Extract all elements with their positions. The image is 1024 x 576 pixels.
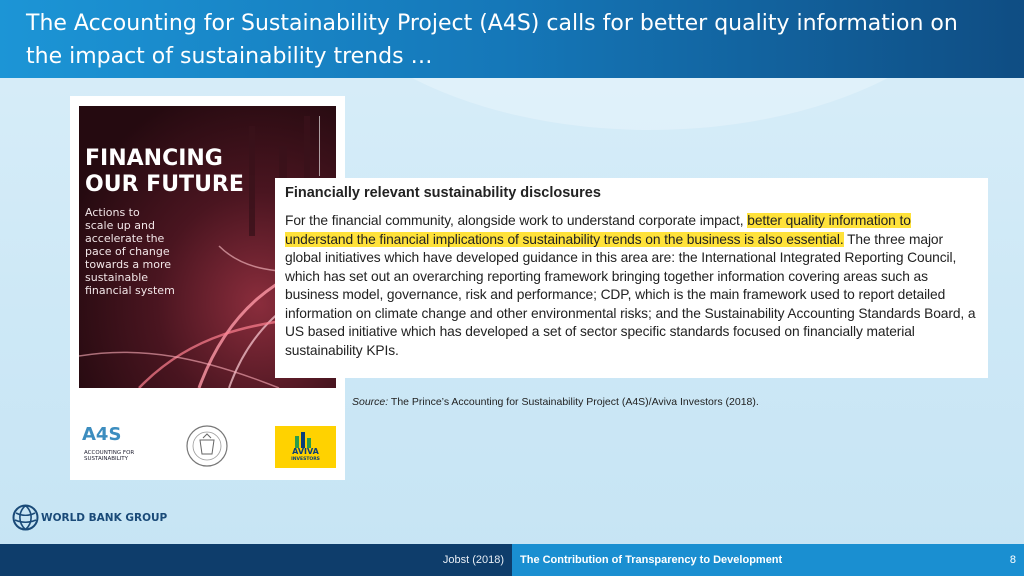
source-text: The Prince’s Accounting for Sustainabili…: [388, 396, 759, 408]
excerpt-text-after: The three major global initiatives which…: [285, 231, 976, 358]
a4s-logo-mark: A4S: [82, 424, 122, 445]
aviva-investors-logo: AVIVA INVESTORS: [275, 426, 336, 468]
slide-title: The Accounting for Sustainability Projec…: [26, 11, 958, 69]
cover-spine-line: [319, 116, 331, 176]
footer-deck-title: The Contribution of Transparency to Deve…: [512, 544, 1024, 576]
a4s-logo-subtitle: ACCOUNTING FOR SUSTAINABILITY: [84, 450, 135, 462]
excerpt-body: For the financial community, alongside w…: [285, 212, 978, 360]
source-note: Source: The Prince’s Accounting for Sust…: [352, 396, 759, 408]
report-excerpt: Financially relevant sustainability disc…: [275, 178, 988, 378]
footer-author: Jobst (2018): [442, 554, 504, 566]
source-label: Source:: [352, 396, 389, 408]
aviva-bars-icon: [295, 432, 311, 448]
page-number: 8: [1009, 554, 1016, 566]
partner-logos: A4S ACCOUNTING FOR SUSTAINABILITY AVIVA …: [70, 396, 345, 480]
globe-icon: [12, 504, 39, 531]
title-bar: The Accounting for Sustainability Projec…: [0, 0, 1024, 78]
cover-subtitle: Actions to scale up and accelerate the p…: [85, 206, 175, 297]
aviva-name: AVIVA: [292, 447, 319, 456]
excerpt-heading: Financially relevant sustainability disc…: [285, 185, 601, 201]
excerpt-text-before: For the financial community, alongside w…: [285, 213, 748, 228]
footer-bar: Jobst (2018) The Contribution of Transpa…: [0, 544, 1024, 576]
brand-name: WORLD BANK GROUP: [41, 512, 168, 524]
cover-title: FINANCING OUR FUTURE: [85, 146, 244, 197]
princes-seal-icon: [186, 425, 228, 467]
a4s-logo: A4S ACCOUNTING FOR SUSTAINABILITY: [80, 424, 150, 468]
aviva-subtitle: INVESTORS: [291, 457, 320, 462]
footer-deck-title-text: The Contribution of Transparency to Deve…: [520, 554, 783, 566]
